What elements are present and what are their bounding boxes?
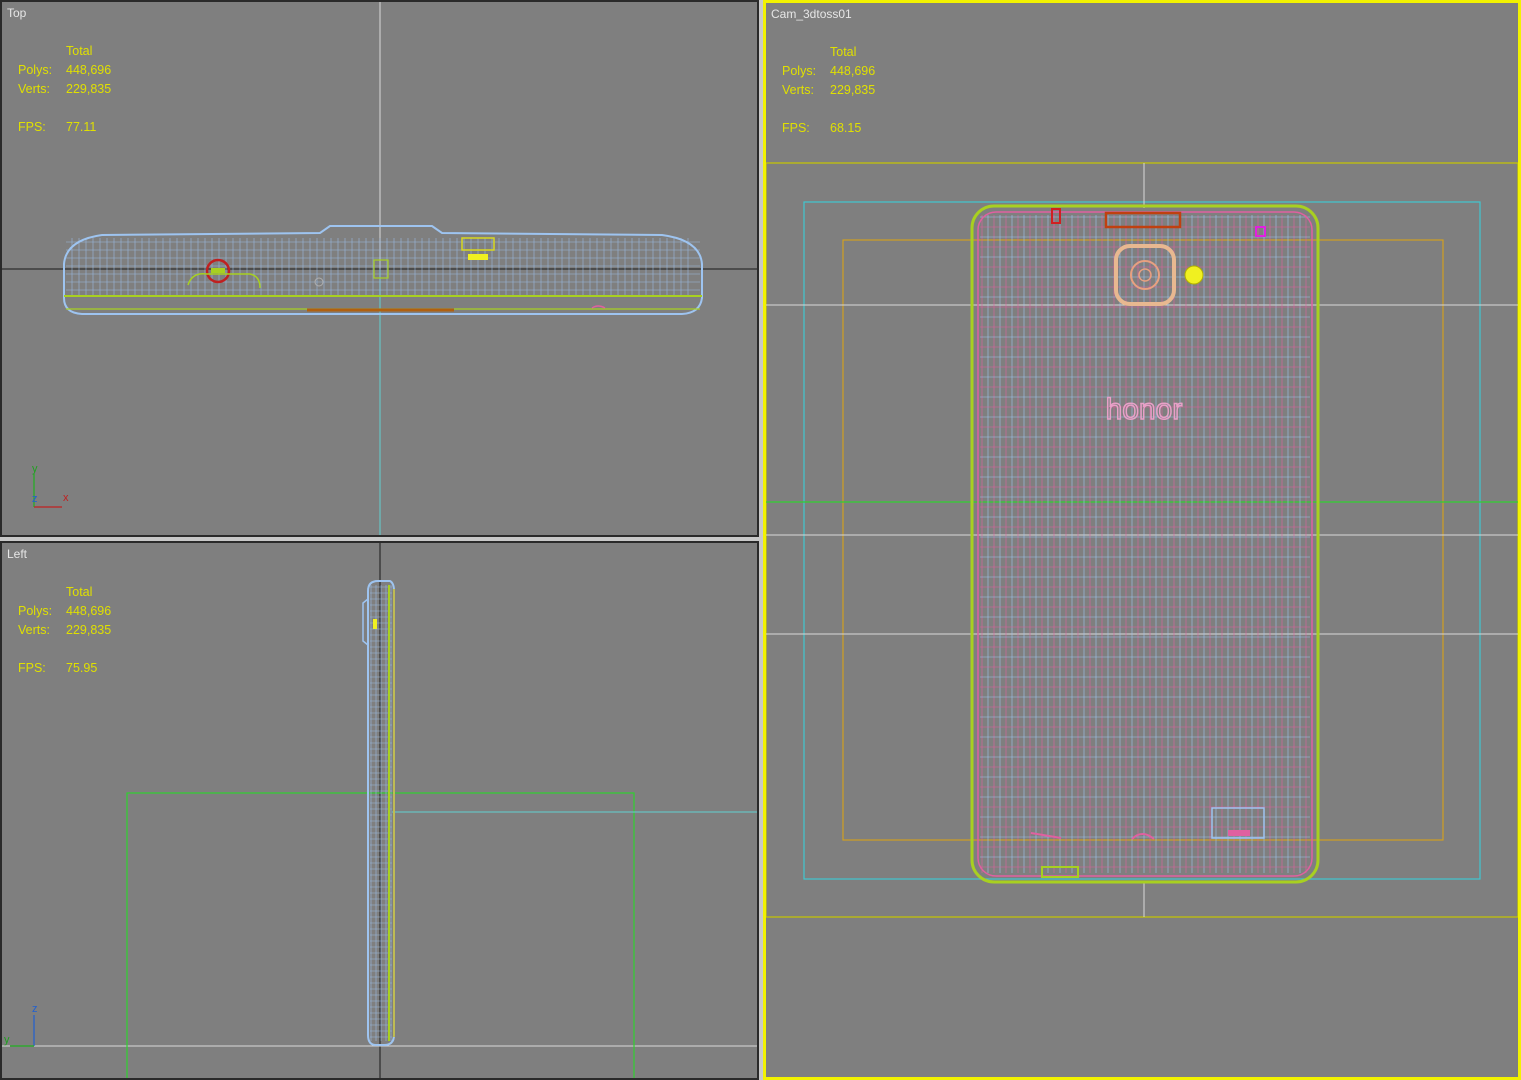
stats-fps-label: FPS:: [18, 120, 46, 134]
stats-fps-value: 68.15: [830, 121, 862, 135]
stats-polys-value: 448,696: [830, 64, 876, 78]
left-view-scene: z y: [2, 543, 757, 1078]
stats-polys-label: Polys:: [782, 64, 817, 78]
axis-gizmo: z y: [4, 1003, 38, 1047]
safe-frame-title: [842, 239, 1444, 841]
stats-fps-value: 77.11: [66, 120, 97, 134]
gizmo-axis-z: z: [32, 1003, 38, 1015]
viewport-label-camera[interactable]: Cam_3dtoss01: [771, 7, 852, 21]
stats-verts-value: 229,835: [66, 623, 112, 637]
phone-back-wireframe[interactable]: honor: [970, 204, 1320, 884]
stats-total-heading: Total: [66, 585, 93, 599]
stats-fps-label: FPS:: [782, 121, 810, 135]
sensor-icon: [1051, 208, 1061, 224]
brand-logo-text: honor: [1106, 393, 1183, 426]
stats-total-heading: Total: [66, 44, 93, 58]
viewport-label-top[interactable]: Top: [7, 6, 26, 20]
top-view-scene: y z x: [2, 2, 757, 535]
viewport-left[interactable]: z y Left Total Polys: 448,696 Verts: 229,8…: [0, 541, 759, 1080]
safe-frame-live: [766, 162, 1518, 918]
viewport-camera[interactable]: honor Cam_3dtoss01 Total Polys: 448,696 V…: [763, 0, 1521, 1080]
stats-verts-label: Verts:: [18, 623, 50, 637]
gizmo-axis-x: x: [63, 492, 69, 504]
camera-lens-icon: [1114, 244, 1176, 306]
stats-polys-value: 448,696: [66, 604, 112, 618]
stats-verts-value: 229,835: [66, 82, 112, 96]
stats-fps-value: 75.95: [66, 661, 98, 675]
camera-view-scene: honor: [766, 162, 1518, 918]
gizmo-axis-z: z: [32, 493, 38, 505]
stats-polys-label: Polys:: [18, 604, 53, 618]
gizmo-axis-y: y: [32, 463, 38, 475]
axis-gizmo: y z x: [32, 463, 69, 508]
gizmo-axis-y: y: [4, 1034, 10, 1046]
flash-icon: [1184, 265, 1204, 285]
viewport-label-left[interactable]: Left: [7, 547, 27, 561]
stats-polys-value: 448,696: [66, 63, 112, 77]
stats-verts-value: 229,835: [830, 83, 876, 97]
stats-polys-label: Polys:: [18, 63, 53, 77]
mic-icon: [1255, 226, 1266, 237]
phone-top-wireframe[interactable]: [63, 225, 703, 315]
stats-total-heading: Total: [830, 45, 857, 59]
stats-fps-label: FPS:: [18, 661, 46, 675]
earpiece-slot: [1104, 211, 1182, 229]
stats-verts-label: Verts:: [782, 83, 814, 97]
viewport-top[interactable]: y z x Top Total Polys: 448,696 Verts: 229,…: [0, 0, 759, 537]
phone-side-wireframe[interactable]: [362, 580, 395, 1046]
stats-verts-label: Verts:: [18, 82, 50, 96]
